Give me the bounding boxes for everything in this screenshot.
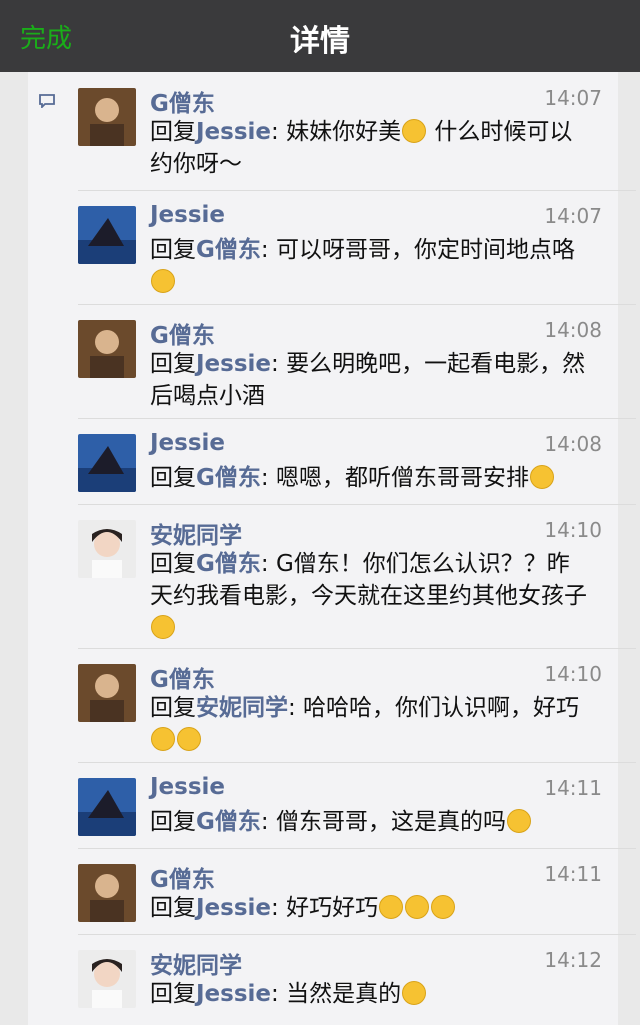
comment-text[interactable]: 回复Jessie: 好巧好巧 bbox=[150, 892, 590, 924]
comment-row: G僧东 14:08 回复Jessie: 要么明晚吧，一起看电影，然后喝点小酒 bbox=[78, 304, 636, 419]
comment-row: Jessie 14:08 回复G僧东: 嗯嗯，都听僧东哥哥安排 bbox=[78, 418, 636, 505]
comment-text[interactable]: 回复Jessie: 妹妹你好美 什么时候可以约你呀～ bbox=[150, 116, 590, 180]
smile-emoji-icon bbox=[506, 809, 531, 833]
commenter-name[interactable]: 安妮同学 bbox=[150, 946, 242, 980]
commenter-name[interactable]: G僧东 bbox=[150, 316, 215, 350]
tears-emoji-icon bbox=[177, 727, 201, 751]
commenter-name[interactable]: Jessie bbox=[150, 430, 225, 456]
comment-time: 14:08 bbox=[544, 318, 602, 342]
commenter-name[interactable]: G僧东 bbox=[150, 660, 215, 694]
comment-time: 14:11 bbox=[544, 862, 602, 886]
commenter-name[interactable]: Jessie bbox=[150, 202, 225, 228]
tears-emoji-icon bbox=[431, 895, 456, 919]
comment-row: Jessie 14:11 回复G僧东: 僧东哥哥，这是真的吗 bbox=[78, 762, 636, 849]
avatar[interactable] bbox=[78, 864, 136, 922]
avatar[interactable] bbox=[78, 88, 136, 146]
comment-time: 14:07 bbox=[544, 86, 602, 110]
comments-panel: G僧东 14:07 回复Jessie: 妹妹你好美 什么时候可以约你呀～ Jes… bbox=[28, 72, 636, 1025]
comment-time: 14:07 bbox=[544, 204, 602, 228]
angry-emoji-icon bbox=[402, 981, 427, 1005]
comment-text[interactable]: 回复安妮同学: 哈哈哈，你们认识啊，好巧 bbox=[150, 692, 590, 756]
tears-emoji-icon bbox=[151, 727, 175, 751]
comment-row: 安妮同学 14:12 回复Jessie: 当然是真的 bbox=[78, 934, 636, 1020]
comment-row: Jessie 14:07 回复G僧东: 可以呀哥哥，你定时间地点咯 bbox=[78, 190, 636, 305]
comment-time: 14:11 bbox=[544, 776, 602, 800]
tears-emoji-icon bbox=[405, 895, 430, 919]
commenter-name[interactable]: Jessie bbox=[150, 774, 225, 800]
avatar[interactable] bbox=[78, 434, 136, 492]
comment-text[interactable]: 回复G僧东: 嗯嗯，都听僧东哥哥安排 bbox=[150, 462, 590, 494]
comment-time: 14:08 bbox=[544, 432, 602, 456]
avatar[interactable] bbox=[78, 778, 136, 836]
smile-emoji-icon bbox=[402, 119, 427, 143]
commenter-name[interactable]: G僧东 bbox=[150, 860, 215, 894]
comment-text[interactable]: 回复G僧东: 可以呀哥哥，你定时间地点咯 bbox=[150, 234, 590, 298]
avatar[interactable] bbox=[78, 664, 136, 722]
avatar[interactable] bbox=[78, 950, 136, 1008]
comment-text[interactable]: 回复G僧东: G僧东！你们怎么认识？？昨天约我看电影，今天就在这里约其他女孩子 bbox=[150, 548, 590, 644]
comment-time: 14:10 bbox=[544, 518, 602, 542]
comment-row: 安妮同学 14:10 回复G僧东: G僧东！你们怎么认识？？昨天约我看电影，今天… bbox=[78, 504, 636, 649]
avatar[interactable] bbox=[78, 320, 136, 378]
navigation-bar: 完成 详情 bbox=[0, 0, 640, 72]
eyeroll-emoji-icon bbox=[151, 615, 175, 639]
comment-text[interactable]: 回复Jessie: 当然是真的 bbox=[150, 978, 590, 1010]
comment-row: G僧东 14:11 回复Jessie: 好巧好巧 bbox=[78, 848, 636, 935]
comment-text[interactable]: 回复G僧东: 僧东哥哥，这是真的吗 bbox=[150, 806, 590, 838]
comment-row: G僧东 14:10 回复安妮同学: 哈哈哈，你们认识啊，好巧 bbox=[78, 648, 636, 763]
avatar[interactable] bbox=[78, 520, 136, 578]
comment-text[interactable]: 回复Jessie: 要么明晚吧，一起看电影，然后喝点小酒 bbox=[150, 348, 590, 412]
comment-time: 14:12 bbox=[544, 948, 602, 972]
comment-time: 14:10 bbox=[544, 662, 602, 686]
commenter-name[interactable]: G僧东 bbox=[150, 84, 215, 118]
avatar[interactable] bbox=[78, 206, 136, 264]
page-title: 详情 bbox=[290, 24, 350, 59]
commenter-name[interactable]: 安妮同学 bbox=[150, 516, 242, 550]
comment-row: G僧东 14:07 回复Jessie: 妹妹你好美 什么时候可以约你呀～ bbox=[78, 72, 636, 191]
tears-emoji-icon bbox=[379, 895, 404, 919]
comment-icon bbox=[39, 94, 55, 108]
kiss-emoji-icon bbox=[529, 465, 554, 489]
laugh-emoji-icon bbox=[151, 269, 175, 293]
